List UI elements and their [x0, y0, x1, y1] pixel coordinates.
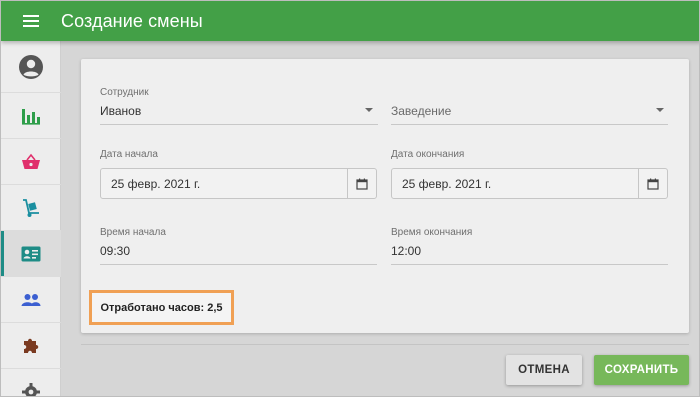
sidebar-item-staff[interactable]: [1, 277, 61, 323]
user-icon: [19, 54, 43, 79]
start-date-calendar-button[interactable]: [347, 169, 376, 198]
sidebar-item-shifts[interactable]: [1, 231, 61, 277]
menu-button[interactable]: [1, 1, 61, 41]
gear-icon: [22, 382, 40, 396]
sidebar-nav: [1, 41, 61, 396]
employee-label: Сотрудник: [100, 87, 149, 98]
employee-select[interactable]: Иванов: [100, 104, 141, 118]
hours-worked-summary: Отработано часов: 2,5: [89, 290, 234, 325]
app-bar: Создание смены: [1, 1, 699, 41]
sidebar-item-profile[interactable]: [1, 41, 61, 93]
hand-truck-icon: [23, 198, 39, 217]
end-date-calendar-button[interactable]: [638, 169, 667, 198]
people-icon: [21, 293, 41, 306]
start-time-underline: [100, 264, 377, 265]
end-time-underline: [391, 264, 668, 265]
start-date-value[interactable]: 25 февр. 2021 г.: [101, 177, 347, 191]
sidebar-item-settings[interactable]: [1, 369, 61, 396]
venue-select[interactable]: Заведение: [391, 104, 451, 118]
bar-chart-icon: [22, 108, 40, 125]
end-date-label: Дата окончания: [391, 149, 465, 160]
basket-icon: [22, 153, 40, 169]
actions-divider: [81, 344, 689, 345]
employee-dropdown-arrow-icon[interactable]: [365, 108, 373, 112]
calendar-icon: [647, 178, 659, 190]
start-time-label: Время начала: [100, 227, 166, 238]
end-time-label: Время окончания: [391, 227, 473, 238]
start-time-input[interactable]: 09:30: [100, 244, 130, 258]
sidebar-item-statistics[interactable]: [1, 93, 61, 139]
app-window: Создание смены Сотрудник Иванов Заведени…: [0, 0, 700, 397]
calendar-icon: [356, 178, 368, 190]
sidebar-item-integrations[interactable]: [1, 323, 61, 369]
end-date-value[interactable]: 25 февр. 2021 г.: [392, 177, 638, 191]
sidebar-item-supplies[interactable]: [1, 185, 61, 231]
id-card-icon: [21, 246, 41, 261]
venue-dropdown-arrow-icon[interactable]: [656, 108, 664, 112]
puzzle-icon: [24, 338, 39, 353]
cancel-button[interactable]: ОТМЕНА: [506, 355, 582, 385]
sidebar-item-orders[interactable]: [1, 139, 61, 185]
save-button[interactable]: СОХРАНИТЬ: [594, 355, 689, 385]
end-time-input[interactable]: 12:00: [391, 244, 421, 258]
employee-underline: [100, 124, 378, 125]
end-date-field[interactable]: 25 февр. 2021 г.: [391, 168, 668, 199]
start-date-label: Дата начала: [100, 149, 158, 160]
page-title: Создание смены: [61, 10, 203, 31]
venue-underline: [391, 124, 668, 125]
hamburger-menu-icon: [23, 15, 39, 27]
start-date-field[interactable]: 25 февр. 2021 г.: [100, 168, 377, 199]
